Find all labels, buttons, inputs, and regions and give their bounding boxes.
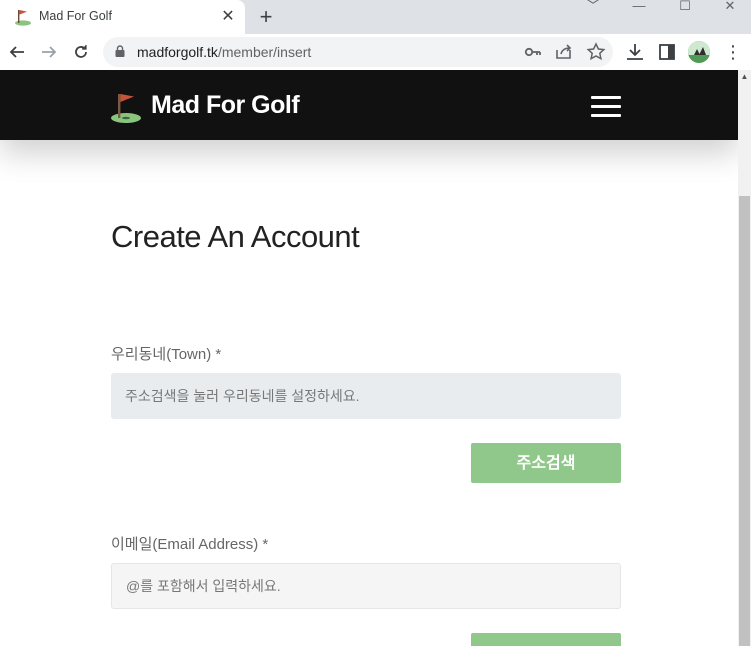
town-label: 우리동네(Town) * <box>111 346 222 363</box>
download-icon[interactable] <box>623 40 647 64</box>
profile-image-icon <box>688 41 710 63</box>
browser-tab-strip: Mad For Golf ✕ + ﹀ — ☐ ✕ <box>0 0 751 34</box>
address-search-button[interactable]: 주소검색 <box>471 443 621 483</box>
scroll-up-arrow-icon[interactable]: ▲ <box>738 72 751 82</box>
town-input[interactable] <box>111 373 621 419</box>
new-tab-button[interactable]: + <box>254 5 278 29</box>
page-viewport: Mad For Golf Create An Account 우리동네(Town… <box>0 70 738 646</box>
share-icon[interactable] <box>553 41 575 63</box>
url-text: madforgolf.tk/member/insert <box>137 44 312 60</box>
site-header: Mad For Golf <box>0 70 738 140</box>
maximize-icon[interactable]: ☐ <box>662 0 708 14</box>
browser-toolbar: madforgolf.tk/member/insert ⋮ <box>0 34 751 70</box>
email-label: 이메일(Email Address) * <box>111 536 269 553</box>
tab-search-icon[interactable]: ﹀ <box>570 0 616 14</box>
reload-icon[interactable] <box>68 39 94 65</box>
browser-menu-icon[interactable]: ⋮ <box>724 40 742 64</box>
page-scrollbar[interactable]: ▲ <box>738 70 751 646</box>
lock-icon <box>115 45 125 57</box>
browser-tab[interactable]: Mad For Golf ✕ <box>0 0 245 34</box>
email-input[interactable] <box>111 563 621 609</box>
page-title: Create An Account <box>111 218 360 254</box>
hamburger-menu-icon[interactable] <box>591 96 621 117</box>
tab-title: Mad For Golf <box>39 9 112 23</box>
forward-icon[interactable] <box>36 39 62 65</box>
address-bar[interactable]: madforgolf.tk/member/insert <box>103 37 613 67</box>
profile-avatar[interactable] <box>688 41 710 63</box>
golf-flag-logo-icon[interactable] <box>110 90 142 124</box>
close-tab-icon[interactable]: ✕ <box>218 7 238 27</box>
bookmark-star-icon[interactable] <box>585 41 607 63</box>
side-panel-icon[interactable] <box>655 40 679 64</box>
key-icon[interactable] <box>522 41 544 63</box>
minimize-icon[interactable]: — <box>616 0 662 14</box>
site-logo-text[interactable]: Mad For Golf <box>151 91 300 120</box>
golf-flag-icon <box>15 10 31 26</box>
email-check-button[interactable] <box>471 633 621 646</box>
close-window-icon[interactable]: ✕ <box>707 0 751 14</box>
back-icon[interactable] <box>4 39 30 65</box>
scrollbar-thumb[interactable] <box>739 196 750 646</box>
